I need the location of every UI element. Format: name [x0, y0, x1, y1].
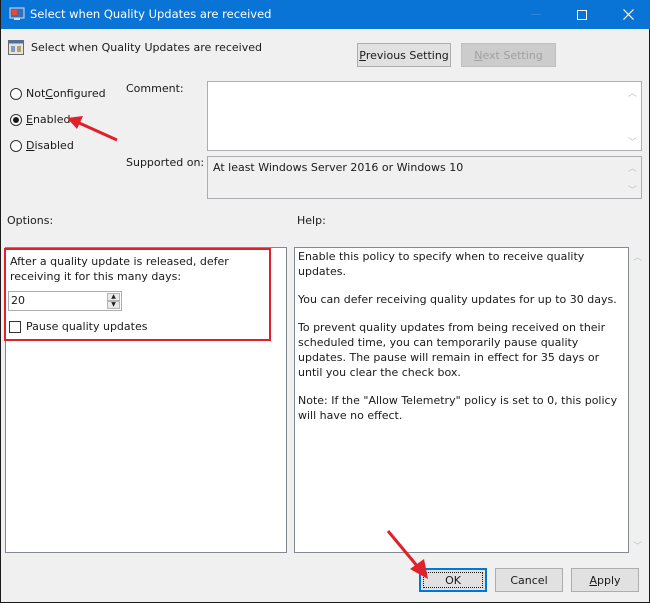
help-label: Help:: [297, 214, 326, 227]
radio-disabled[interactable]: Disabled: [10, 139, 74, 152]
maximize-icon: [577, 9, 587, 20]
title-bar[interactable]: Select when Quality Updates are received: [1, 0, 650, 29]
apply-button[interactable]: Apply: [571, 568, 639, 592]
radio-circle: [10, 139, 22, 152]
help-text: Enable this policy to specify when to re…: [298, 250, 618, 422]
maximize-button[interactable]: [559, 0, 605, 29]
close-icon: [622, 9, 634, 20]
group-policy-icon: [9, 7, 25, 20]
previous-setting-button[interactable]: Previous Setting: [357, 43, 451, 67]
ok-button[interactable]: OK: [419, 568, 487, 592]
focus-rectangle: [423, 572, 483, 588]
radio-circle: [10, 87, 22, 100]
supported-on-value: At least Windows Server 2016 or Windows …: [213, 161, 464, 174]
comment-label: Comment:: [126, 82, 184, 95]
scroll-up-icon[interactable]: ︿: [628, 161, 637, 174]
scroll-down-icon[interactable]: ﹀: [628, 183, 637, 196]
setting-title: Select when Quality Updates are received: [31, 41, 262, 54]
scroll-down-icon[interactable]: ﹀: [628, 135, 637, 148]
close-button[interactable]: [605, 0, 650, 29]
radio-not-configured[interactable]: Not Configured: [10, 87, 106, 100]
radio-selected-dot: [13, 116, 19, 123]
options-label: Options:: [7, 214, 54, 227]
cancel-button[interactable]: Cancel: [495, 568, 563, 592]
highlight-box-annotation: [4, 248, 271, 341]
help-scroll-up-icon[interactable]: ︿: [633, 250, 642, 263]
minimize-button[interactable]: [513, 0, 559, 29]
radio-circle: [10, 113, 22, 126]
minimize-icon: [531, 14, 541, 15]
next-setting-button[interactable]: Next Setting: [461, 43, 556, 67]
scroll-up-icon[interactable]: ︿: [628, 86, 637, 99]
comment-textarea[interactable]: ︿ ﹀: [207, 81, 642, 151]
policy-setting-icon: [8, 40, 24, 55]
policy-dialog: Select when Quality Updates are received…: [0, 0, 650, 603]
radio-enabled[interactable]: Enabled: [10, 113, 70, 126]
window-title: Select when Quality Updates are received: [30, 7, 272, 21]
supported-on-label: Supported on:: [126, 156, 205, 169]
help-scroll-down-icon[interactable]: ﹀: [633, 539, 642, 552]
supported-on-field: At least Windows Server 2016 or Windows …: [207, 156, 642, 199]
